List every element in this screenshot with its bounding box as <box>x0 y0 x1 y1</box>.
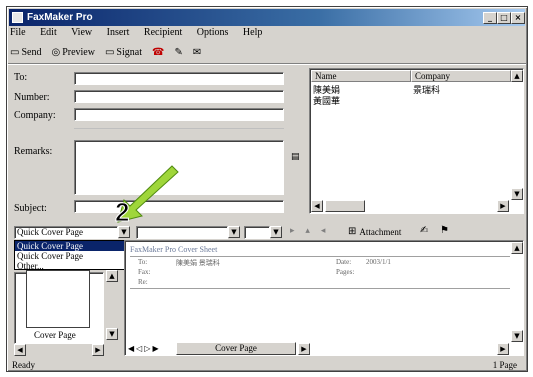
preview-date-value: 2003/1/1 <box>366 258 391 266</box>
tab-cover-page[interactable]: Cover Page <box>176 342 296 355</box>
sign-icon[interactable]: ✍ <box>420 225 428 236</box>
preview-header: FaxMaker Pro Cover Sheet <box>130 245 218 254</box>
field-divider <box>74 128 284 129</box>
align-right-icon[interactable]: ◂ <box>321 226 326 236</box>
to-input[interactable] <box>74 72 284 85</box>
number-input[interactable] <box>74 90 284 103</box>
horizontal-scroll-thumb[interactable] <box>325 200 365 212</box>
remarks-label: Remarks: <box>14 146 53 157</box>
flag-icon[interactable]: ⚑ <box>440 225 449 236</box>
font-dropdown-button[interactable]: ▼ <box>228 226 240 238</box>
cover-page-combo[interactable]: Quick Cover Page <box>14 226 118 239</box>
signature-icon: ▭ <box>104 46 115 58</box>
attachment-button[interactable]: ⊞ Attachment <box>348 226 401 237</box>
pen-icon[interactable]: ✎ <box>174 47 182 58</box>
thumb-scroll-up[interactable]: ▲ <box>106 270 118 282</box>
preview-button[interactable]: ◎ Preview <box>51 47 95 58</box>
app-icon <box>12 12 23 23</box>
to-label: To: <box>14 72 28 83</box>
menu-edit[interactable]: Edit <box>40 27 57 38</box>
maximize-button[interactable]: □ <box>497 12 511 24</box>
recipient-name[interactable]: 黃國華 <box>313 94 340 107</box>
thumb-scroll-down[interactable]: ▼ <box>106 328 118 340</box>
recipient-company[interactable]: 景瑞科 <box>413 83 440 96</box>
preview-to-label: To: <box>138 258 148 266</box>
thumbnail-label: Cover Page <box>34 330 76 340</box>
size-dropdown-button[interactable]: ▼ <box>270 226 282 238</box>
menu-insert[interactable]: Insert <box>107 27 130 38</box>
name-column-header[interactable]: Name <box>311 70 411 82</box>
close-button[interactable]: × <box>511 12 525 24</box>
cover-page-dropdown-list: Quick Cover Page Quick Cover Page Other.… <box>14 240 132 271</box>
cover-page-thumbnail[interactable] <box>26 270 90 328</box>
window-title: FaxMaker Pro <box>27 12 93 23</box>
preview-date-label: Date: <box>336 258 352 266</box>
menu-options[interactable]: Options <box>197 27 229 38</box>
menu-recipient[interactable]: Recipient <box>144 27 182 38</box>
fax-icon[interactable]: ✉ <box>193 47 201 58</box>
preview-rule <box>130 256 510 257</box>
font-combo[interactable] <box>136 226 228 239</box>
toolbar-separator <box>8 63 526 65</box>
dropdown-option[interactable]: Quick Cover Page <box>15 251 131 261</box>
cover-page-dropdown-button[interactable]: ▼ <box>118 226 130 238</box>
dropdown-option[interactable]: Quick Cover Page <box>15 241 131 251</box>
tab-scroll-right[interactable]: ▶ <box>298 343 310 355</box>
preview-icon: ◎ <box>51 46 61 58</box>
preview-rule <box>130 288 510 289</box>
page-count: 1 Page <box>492 360 517 370</box>
step-arrow-icon <box>117 165 179 223</box>
preview-label: Preview <box>62 46 95 58</box>
company-input[interactable] <box>74 108 284 121</box>
preview-re-label: Re: <box>138 278 148 286</box>
title-bar[interactable]: FaxMaker Pro <box>9 9 525 26</box>
menu-file[interactable]: File <box>10 27 26 38</box>
status-bar: Ready 1 Page <box>9 360 525 371</box>
toolbar: ▭ Send ◎ Preview ▭ Signat ☎ ✎ ✉ <box>10 43 201 61</box>
send-button[interactable]: ▭ Send <box>10 47 41 58</box>
signature-button[interactable]: ▭ Signat <box>105 47 142 58</box>
company-label: Company: <box>14 110 56 121</box>
status-text: Ready <box>12 360 35 370</box>
attachment-icon: ⊞ <box>348 226 357 237</box>
company-column-header[interactable]: Company <box>411 70 511 82</box>
align-center-icon[interactable]: ▴ <box>305 226 310 236</box>
preview-fax-label: Fax: <box>138 268 151 276</box>
thumb-scroll-left[interactable]: ◀ <box>14 344 26 356</box>
size-combo[interactable] <box>244 226 270 239</box>
preview-scroll-down[interactable]: ▼ <box>511 330 523 342</box>
align-left-icon[interactable]: ▸ <box>290 226 295 236</box>
subject-label: Subject: <box>14 203 47 214</box>
signature-label: Signat <box>116 46 142 58</box>
scroll-up-button[interactable]: ▲ <box>511 70 523 82</box>
address-book-icon[interactable]: ▤ <box>291 152 303 164</box>
send-icon: ▭ <box>10 46 20 58</box>
phone-icon[interactable]: ☎ <box>152 47 164 58</box>
send-label: Send <box>21 46 42 58</box>
scroll-down-button[interactable]: ▼ <box>511 188 523 200</box>
menu-bar: File Edit View Insert Recipient Options … <box>10 27 274 41</box>
preview-to-value: 陳美娟 景瑞科 <box>176 259 220 267</box>
number-label: Number: <box>14 92 50 103</box>
format-buttons: ▸ ▴ ◂ <box>290 226 325 236</box>
thumb-scroll-right[interactable]: ▶ <box>92 344 104 356</box>
attachment-label: Attachment <box>359 226 402 237</box>
scroll-right-button[interactable]: ▶ <box>497 200 509 212</box>
menu-help[interactable]: Help <box>243 27 262 38</box>
preview-pages-label: Pages: <box>336 268 355 276</box>
step-number: 2 <box>114 197 130 228</box>
preview-hscroll-right[interactable]: ▶ <box>497 343 509 355</box>
menu-view[interactable]: View <box>71 27 92 38</box>
scroll-left-button[interactable]: ◀ <box>311 200 323 212</box>
minimize-button[interactable]: _ <box>483 12 497 24</box>
tab-nav-buttons[interactable]: ◀◁▷▶ <box>128 344 161 353</box>
preview-scroll-up[interactable]: ▲ <box>511 242 523 254</box>
